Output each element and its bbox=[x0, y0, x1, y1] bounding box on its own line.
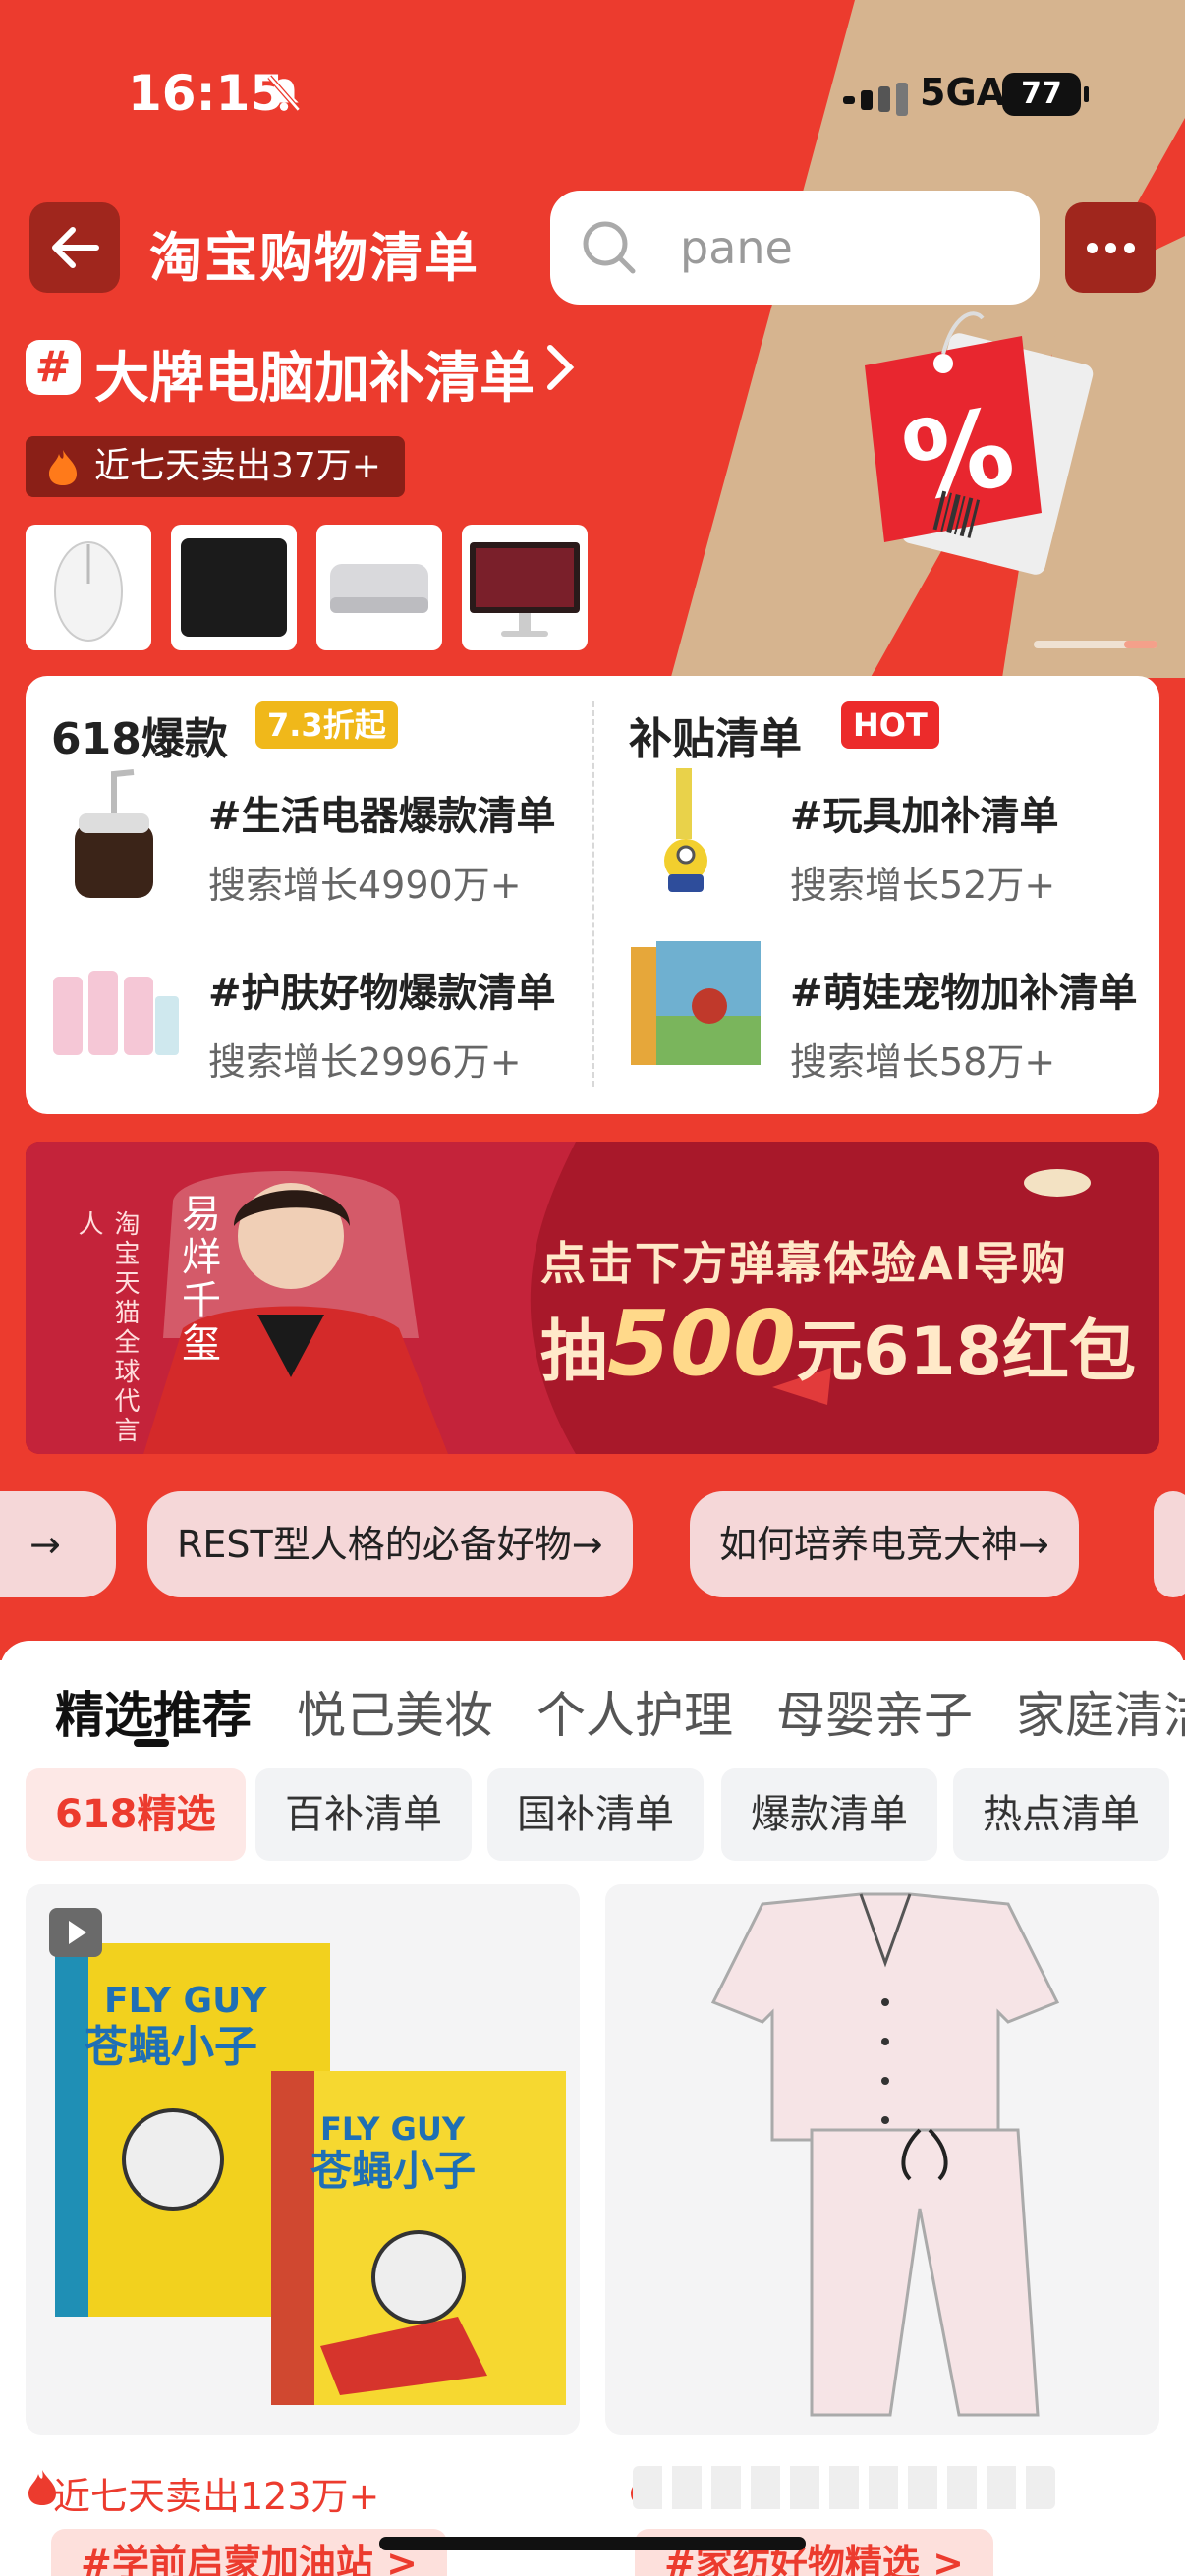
pajamas-image bbox=[710, 1892, 1060, 2417]
banner-offer-suffix: 元618红包 bbox=[796, 1314, 1137, 1391]
active-tab-indicator bbox=[134, 1739, 169, 1747]
more-dot-icon bbox=[1123, 242, 1135, 253]
banner-offer: 抽500元618红包 bbox=[540, 1291, 1136, 1396]
topic-chip-partial[interactable] bbox=[1154, 1491, 1185, 1597]
kids-books-image[interactable] bbox=[627, 937, 764, 1075]
flame-icon bbox=[49, 450, 77, 485]
banner-offer-amount: 500 bbox=[607, 1291, 797, 1396]
tab-mother-baby[interactable]: 母婴亲子 bbox=[776, 1676, 973, 1747]
mini-pc-image bbox=[330, 564, 428, 613]
hot-lists-card: 618爆款 7.3折起 补贴清单 HOT #生活电器爆款清单 搜索增长4990万… bbox=[26, 676, 1159, 1114]
mouse-image bbox=[54, 541, 123, 642]
segment-subsidy[interactable]: 百补清单 bbox=[255, 1768, 472, 1861]
product-card-books[interactable]: FLY GUY 苍蝇小子 FLY GUY 苍蝇小子 bbox=[26, 1884, 580, 2435]
column-divider bbox=[592, 701, 594, 1087]
tab-beauty[interactable]: 悦己美妆 bbox=[297, 1676, 493, 1747]
search-placeholder: pane bbox=[680, 221, 793, 274]
product-card-pajamas[interactable] bbox=[605, 1884, 1159, 2435]
home-indicator[interactable] bbox=[379, 2537, 806, 2550]
segment-618-picks[interactable]: 618精选 bbox=[26, 1768, 246, 1861]
search-input[interactable]: pane bbox=[550, 191, 1040, 305]
more-options-button[interactable] bbox=[1065, 202, 1156, 293]
sold-count-text: 近七天卖出37万+ bbox=[94, 446, 381, 486]
product-thumb-mouse[interactable] bbox=[26, 525, 151, 650]
discount-tag-illustration: % bbox=[865, 311, 1094, 575]
toy-image[interactable] bbox=[627, 764, 764, 902]
skincare-image[interactable] bbox=[45, 937, 183, 1075]
banner-offer-prefix: 抽 bbox=[540, 1314, 608, 1391]
page-title: 淘宝购物清单 bbox=[149, 227, 480, 289]
list-item-title[interactable]: #护肤好物爆款清单 bbox=[208, 961, 556, 1018]
sold-count-badge: 近七天卖出37万+ bbox=[26, 436, 405, 497]
tab-personal-care[interactable]: 个人护理 bbox=[536, 1676, 733, 1747]
back-arrow-icon bbox=[52, 227, 99, 268]
list-item-title[interactable]: #萌娃宠物加补清单 bbox=[790, 961, 1138, 1018]
status-time: 16:15 bbox=[128, 65, 285, 122]
promo-banner[interactable]: 淘宝天猫全球代言人 易烊千玺 点击下方弹幕体验AI导购 抽500元618红包 bbox=[26, 1142, 1159, 1454]
more-dot-icon bbox=[1104, 242, 1116, 253]
product-thumb-minipc[interactable] bbox=[316, 525, 442, 650]
svg-text:FLY GUY: FLY GUY bbox=[320, 2110, 466, 2148]
segment-bestsellers[interactable]: 爆款清单 bbox=[721, 1768, 937, 1861]
monitor-image bbox=[470, 542, 580, 637]
carousel-indicator bbox=[1034, 641, 1157, 648]
svg-text:%: % bbox=[894, 383, 1023, 526]
segment-national-subsidy[interactable]: 国补清单 bbox=[487, 1768, 704, 1861]
chevron-right-icon[interactable] bbox=[542, 340, 578, 395]
segment-trending[interactable]: 热点清单 bbox=[953, 1768, 1169, 1861]
topic-chip[interactable]: REST型人格的必备好物→ bbox=[147, 1491, 633, 1597]
tab-home-cleaning[interactable]: 家庭清洁 bbox=[1016, 1676, 1185, 1747]
fly-guy-books-image: FLY GUY 苍蝇小子 FLY GUY 苍蝇小子 bbox=[55, 1943, 566, 2405]
hashtag-icon: # bbox=[26, 340, 81, 395]
mousepad-image bbox=[181, 538, 287, 637]
banner-headline: 点击下方弹幕体验AI导购 bbox=[540, 1237, 1068, 1290]
appliance-image[interactable] bbox=[45, 764, 183, 902]
ambassador-name: 易烊千玺 bbox=[175, 1193, 220, 1366]
discount-badge: 7.3折起 bbox=[255, 701, 398, 749]
battery-indicator: 77 bbox=[1002, 73, 1089, 116]
list-item-growth: 搜索增长58万+ bbox=[790, 1040, 1056, 1084]
right-heading[interactable]: 补贴清单 bbox=[629, 703, 802, 766]
list-item-title[interactable]: #生活电器爆款清单 bbox=[208, 784, 556, 841]
book-cn-title: 苍蝇小子 bbox=[85, 2022, 257, 2072]
list-item-title[interactable]: #玩具加补清单 bbox=[790, 784, 1059, 841]
list-item-growth: 搜索增长52万+ bbox=[790, 864, 1056, 907]
list-item-growth: 搜索增长4990万+ bbox=[208, 864, 522, 907]
promo-title[interactable]: 大牌电脑加补清单 bbox=[94, 334, 535, 414]
mute-bell-icon bbox=[267, 75, 301, 112]
network-label: 5GA bbox=[920, 71, 1006, 114]
svg-text:苍蝇小子: 苍蝇小子 bbox=[310, 2147, 476, 2195]
list-item-growth: 搜索增长2996万+ bbox=[208, 1040, 522, 1084]
more-dot-icon bbox=[1086, 242, 1098, 253]
hot-badge: HOT bbox=[841, 701, 939, 749]
product-thumb-monitor[interactable] bbox=[462, 525, 588, 650]
ambassador-caption: 淘宝天猫全球代言人 bbox=[74, 1210, 140, 1446]
product-thumb-mousepad[interactable] bbox=[171, 525, 297, 650]
topic-chip[interactable]: → bbox=[0, 1491, 116, 1597]
search-icon bbox=[583, 221, 636, 274]
video-play-icon[interactable] bbox=[49, 1908, 102, 1957]
cellular-signal-icon bbox=[843, 83, 908, 116]
product-sales-count: 近七天卖出123万+ bbox=[53, 2475, 380, 2518]
back-button[interactable] bbox=[29, 202, 120, 293]
topic-chip[interactable]: 如何培养电竞大神→ bbox=[690, 1491, 1079, 1597]
tab-featured[interactable]: 精选推荐 bbox=[55, 1676, 252, 1747]
book-en-title: FLY GUY bbox=[104, 1981, 267, 2021]
loading-placeholder bbox=[633, 2466, 1055, 2509]
left-heading[interactable]: 618爆款 bbox=[51, 703, 228, 766]
